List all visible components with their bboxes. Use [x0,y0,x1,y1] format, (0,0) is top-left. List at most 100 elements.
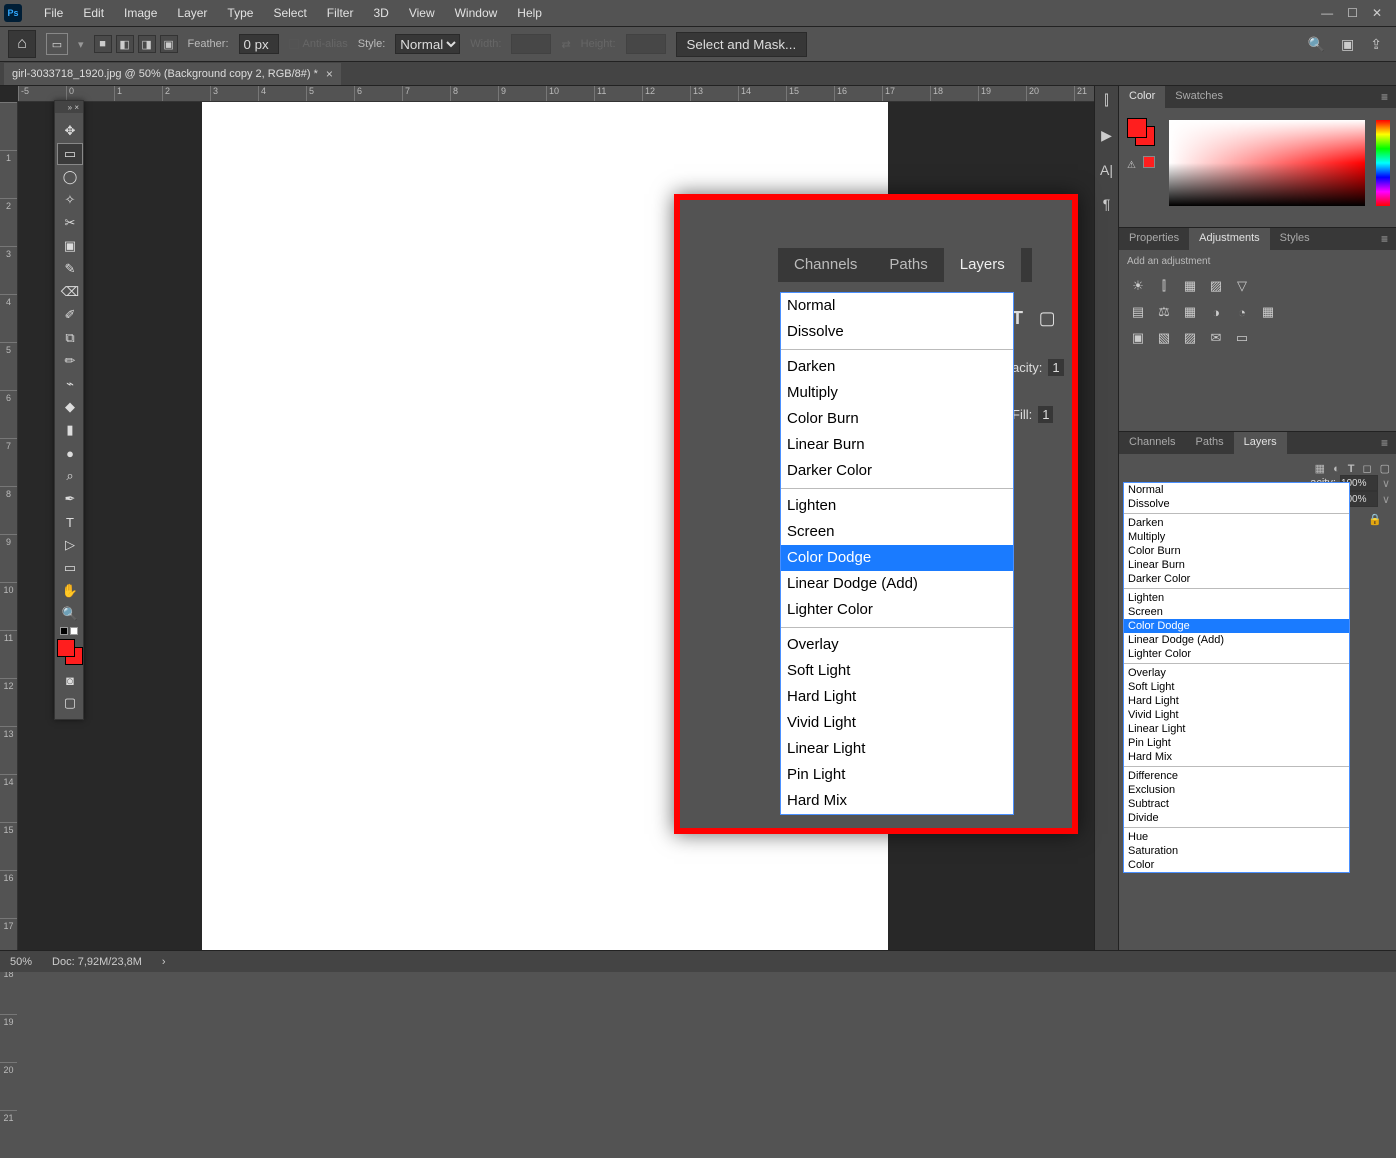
blend-mode-option[interactable]: Linear Light [781,736,1013,762]
tab-swatches[interactable]: Swatches [1165,86,1233,108]
menu-layer[interactable]: Layer [167,2,217,24]
menu-help[interactable]: Help [507,2,552,24]
menu-select[interactable]: Select [263,2,316,24]
blend-mode-option[interactable]: Divide [1124,811,1349,825]
blend-mode-option[interactable]: Screen [1124,605,1349,619]
rectangle-tool-icon[interactable]: ▷ [57,534,83,556]
foreground-color-icon[interactable] [1127,118,1147,138]
minimize-icon[interactable]: — [1321,6,1333,20]
style-select[interactable]: Normal [395,34,460,54]
typography-panel-icon[interactable]: ⫿ [1104,92,1108,109]
dodge-tool-icon[interactable]: ● [57,442,83,464]
screen-mode-icon[interactable]: ▢ [57,692,83,714]
quick-mask-icon[interactable]: ◙ [57,669,83,691]
color-spectrum[interactable] [1169,120,1365,206]
blend-mode-option[interactable]: Overlay [781,632,1013,658]
blend-mode-option[interactable]: Vivid Light [781,710,1013,736]
gamut-suggest-swatch[interactable] [1143,156,1155,168]
menu-filter[interactable]: Filter [317,2,364,24]
blend-mode-option[interactable]: Multiply [1124,530,1349,544]
brush-tool-icon[interactable]: ✐ [57,304,83,326]
status-chevron-icon[interactable]: › [162,956,166,968]
blend-mode-option[interactable]: Normal [781,293,1013,319]
tab-color[interactable]: Color [1119,86,1165,108]
filter-pixel-icon[interactable]: ▦ [1315,462,1325,475]
blend-mode-option[interactable]: Subtract [1124,797,1349,811]
share-icon[interactable]: ⇪ [1370,36,1382,53]
blend-mode-option[interactable]: Color Dodge [781,545,1013,571]
selection-subtract-icon[interactable]: ◨ [138,35,156,53]
posterize-icon[interactable]: ▧ [1155,329,1173,347]
color-lookup-icon[interactable]: ▦ [1259,303,1277,321]
blend-mode-option[interactable]: Color Dodge [1124,619,1349,633]
blend-mode-option[interactable]: Screen [781,519,1013,545]
blend-mode-option[interactable]: Multiply [781,380,1013,406]
blend-mode-option[interactable]: Darker Color [1124,572,1349,586]
blend-mode-option[interactable]: Hard Light [781,684,1013,710]
gamut-warning-icon[interactable]: ⚠ [1127,160,1136,171]
fg-color-icon[interactable] [57,639,75,657]
home-icon[interactable]: ⌂ [8,30,36,58]
menu-window[interactable]: Window [445,2,508,24]
blend-mode-dropdown-large[interactable]: NormalDissolveDarkenMultiplyColor BurnLi… [780,292,1014,815]
hue-sat-icon[interactable]: ▤ [1129,303,1147,321]
healing-brush-tool-icon[interactable]: ⌫ [57,281,83,303]
document-tab[interactable]: girl-3033718_1920.jpg @ 50% (Background … [4,63,341,85]
blend-mode-option[interactable]: Dissolve [781,319,1013,345]
blend-mode-option[interactable]: Linear Burn [781,432,1013,458]
callout-tab-layers[interactable]: Layers [944,248,1021,282]
close-tab-icon[interactable]: × [326,67,333,81]
tab-styles[interactable]: Styles [1270,228,1320,250]
paragraph-panel-icon[interactable]: ¶ [1103,196,1111,212]
blend-mode-option[interactable]: Pin Light [1124,736,1349,750]
history-brush-tool-icon[interactable]: ✏ [57,350,83,372]
blend-mode-option[interactable]: Normal [1124,483,1349,497]
callout-tab-channels[interactable]: Channels [778,248,873,282]
callout-tab-paths[interactable]: Paths [873,248,943,282]
photo-filter-icon[interactable]: ◑ [1207,303,1225,321]
zoom-tool-icon[interactable]: ✋ [57,580,83,602]
blend-mode-option[interactable]: Overlay [1124,666,1349,680]
gradient-map-icon[interactable]: ✉ [1207,329,1225,347]
edit-toolbar-icon[interactable]: 🔍 [57,603,83,625]
blend-mode-option[interactable]: Darker Color [781,458,1013,484]
blend-mode-option[interactable]: Color Burn [1124,544,1349,558]
menu-edit[interactable]: Edit [73,2,114,24]
tab-channels[interactable]: Channels [1119,432,1185,454]
blend-mode-option[interactable]: Pin Light [781,762,1013,788]
pen-tool-icon[interactable]: ⌕ [57,465,83,487]
blend-mode-dropdown-small[interactable]: NormalDissolveDarkenMultiplyColor BurnLi… [1123,482,1350,873]
brightness-icon[interactable]: ☀ [1129,277,1147,295]
blur-tool-icon[interactable]: ▮ [57,419,83,441]
menu-image[interactable]: Image [114,2,167,24]
bw-icon[interactable]: ▦ [1181,303,1199,321]
arrange-icon[interactable]: ▣ [1341,36,1354,53]
blend-mode-option[interactable]: Darken [1124,516,1349,530]
blend-mode-option[interactable]: Hard Mix [1124,750,1349,764]
search-icon[interactable]: 🔍 [1308,36,1325,53]
blend-mode-option[interactable]: Linear Light [1124,722,1349,736]
blend-mode-option[interactable]: Vivid Light [1124,708,1349,722]
actions-panel-icon[interactable]: ▶ [1101,127,1112,144]
blend-mode-option[interactable]: Color Burn [781,406,1013,432]
tool-preset-icon[interactable]: ▭ [46,33,68,55]
selection-new-icon[interactable]: ■ [94,35,112,53]
frame-tool-icon[interactable]: ▣ [57,235,83,257]
type-tool-icon[interactable]: ✒ [57,488,83,510]
tools-panel-header[interactable]: » × [55,101,83,113]
blend-mode-option[interactable]: Difference [1124,769,1349,783]
vibrance-icon[interactable]: ▽ [1233,277,1251,295]
panel-menu-icon[interactable]: ≡ [1373,432,1396,454]
selection-add-icon[interactable]: ◧ [116,35,134,53]
blend-mode-option[interactable]: Exclusion [1124,783,1349,797]
character-panel-icon[interactable]: A| [1100,162,1113,178]
fg-bg-swatch[interactable] [1127,118,1155,146]
blend-mode-option[interactable]: Hard Mix [781,788,1013,814]
blend-mode-option[interactable]: Linear Dodge (Add) [781,571,1013,597]
selection-intersect-icon[interactable]: ▣ [160,35,178,53]
blend-mode-option[interactable]: Saturation [1124,844,1349,858]
filter-adj-icon[interactable]: ◐ [1333,463,1340,475]
blend-mode-option[interactable]: Lighten [1124,591,1349,605]
filter-shape-icon[interactable]: ▢ [1039,308,1056,329]
hand-tool-icon[interactable]: ▭ [57,557,83,579]
